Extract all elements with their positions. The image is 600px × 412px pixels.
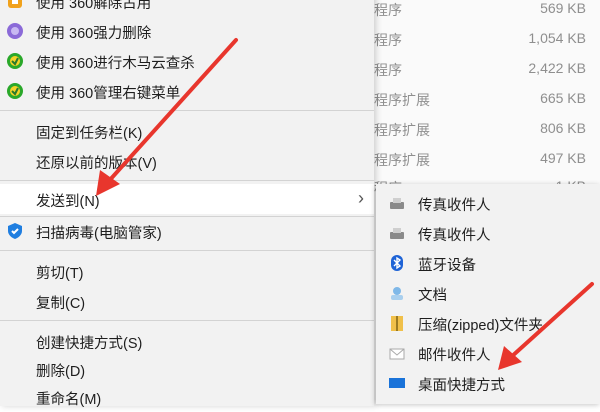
menu-item-label: 使用 360解除占用 xyxy=(36,0,152,12)
menu-item-copy[interactable]: 复制(C) xyxy=(0,286,374,316)
submenu-item-zip-folder[interactable]: 压缩(zipped)文件夹 xyxy=(376,308,600,338)
zip-folder-icon xyxy=(388,314,406,332)
file-row[interactable]: 程序 2,422 KB xyxy=(374,56,600,84)
documents-icon xyxy=(388,284,406,302)
submenu-item-label: 压缩(zipped)文件夹 xyxy=(418,318,543,334)
menu-item-create-shortcut[interactable]: 创建快捷方式(S) xyxy=(0,326,374,356)
menu-item-label: 使用 360管理右键菜单 xyxy=(36,86,181,102)
menu-item-pin-taskbar[interactable]: 固定到任务栏(K) xyxy=(0,116,374,146)
menu-item-send-to[interactable]: 发送到(N) › xyxy=(0,184,374,214)
menu-item-label: 使用 360进行木马云查杀 xyxy=(36,56,195,72)
file-type: 程序 xyxy=(374,2,402,18)
submenu-item-desktop-shortcut[interactable]: 桌面快捷方式 xyxy=(376,368,600,398)
submenu-item-label: 蓝牙设备 xyxy=(418,258,476,274)
360-delete-icon xyxy=(6,22,24,40)
file-row[interactable]: 程序 569 KB xyxy=(374,0,600,24)
menu-separator xyxy=(0,320,374,321)
menu-item-rename[interactable]: 重命名(M) xyxy=(0,382,374,412)
context-menu: 使用 360解除占用 使用 360强力删除 使用 360进行木马云查杀 使用 3… xyxy=(0,0,374,408)
fax-icon xyxy=(388,224,406,242)
file-size: 2,422 KB xyxy=(528,60,586,76)
mail-icon xyxy=(388,344,406,362)
menu-item-label: 创建快捷方式(S) xyxy=(36,336,143,352)
file-type: 程序 xyxy=(374,32,402,48)
submenu-item-label: 文档 xyxy=(418,288,447,304)
menu-item-label: 复制(C) xyxy=(36,296,86,312)
file-size: 665 KB xyxy=(540,90,586,106)
menu-separator xyxy=(0,250,374,251)
shield-icon xyxy=(6,222,24,240)
submenu-item-label: 传真收件人 xyxy=(418,228,491,244)
menu-item-label: 使用 360强力删除 xyxy=(36,26,152,42)
menu-item-360-delete[interactable]: 使用 360强力删除 xyxy=(0,16,374,46)
bluetooth-icon xyxy=(388,254,406,272)
menu-item-virus-scan[interactable]: 扫描病毒(电脑管家) xyxy=(0,216,374,246)
submenu-item-label: 桌面快捷方式 xyxy=(418,378,505,394)
360-menu-manager-icon xyxy=(6,82,24,100)
submenu-item-label: 传真收件人 xyxy=(418,198,491,214)
360-trojan-scan-icon xyxy=(6,52,24,70)
file-row[interactable]: 程序扩展 497 KB xyxy=(374,146,600,174)
submenu-item-label: 邮件收件人 xyxy=(418,348,491,364)
send-to-submenu: 传真收件人 传真收件人 蓝牙设备 文档 压缩(zipped)文件夹 邮件收件人 xyxy=(376,184,600,404)
menu-item-360-menu-manager[interactable]: 使用 360管理右键菜单 xyxy=(0,76,374,106)
menu-item-label: 还原以前的版本(V) xyxy=(36,156,157,172)
menu-item-label: 删除(D) xyxy=(36,364,86,380)
file-type: 程序扩展 xyxy=(374,152,430,168)
file-size: 806 KB xyxy=(540,120,586,136)
submenu-item-mail-recipient[interactable]: 邮件收件人 xyxy=(376,338,600,368)
file-size: 569 KB xyxy=(540,0,586,16)
360-unlock-icon xyxy=(6,0,24,10)
menu-item-360-unlock[interactable]: 使用 360解除占用 xyxy=(0,0,374,16)
menu-item-label: 重命名(M) xyxy=(36,392,102,408)
file-type: 程序 xyxy=(374,62,402,78)
menu-item-360-trojan-scan[interactable]: 使用 360进行木马云查杀 xyxy=(0,46,374,76)
desktop-icon xyxy=(388,374,406,392)
file-row[interactable]: 程序扩展 665 KB xyxy=(374,86,600,114)
submenu-item-fax-recipient[interactable]: 传真收件人 xyxy=(376,218,600,248)
file-row[interactable]: 程序扩展 806 KB xyxy=(374,116,600,144)
menu-item-label: 扫描病毒(电脑管家) xyxy=(36,226,162,242)
menu-item-label: 发送到(N) xyxy=(36,194,100,210)
submenu-item-bluetooth[interactable]: 蓝牙设备 xyxy=(376,248,600,278)
fax-icon xyxy=(388,194,406,212)
file-size: 1,054 KB xyxy=(528,30,586,46)
menu-item-delete[interactable]: 删除(D) xyxy=(0,354,374,384)
menu-item-label: 剪切(T) xyxy=(36,266,84,282)
file-type: 程序扩展 xyxy=(374,92,430,108)
menu-separator xyxy=(0,110,374,111)
submenu-item-documents[interactable]: 文档 xyxy=(376,278,600,308)
chevron-right-icon: › xyxy=(358,188,364,208)
file-row[interactable]: 程序 1,054 KB xyxy=(374,26,600,54)
menu-item-restore-versions[interactable]: 还原以前的版本(V) xyxy=(0,146,374,176)
menu-item-cut[interactable]: 剪切(T) xyxy=(0,256,374,286)
menu-item-label: 固定到任务栏(K) xyxy=(36,126,143,142)
file-size: 497 KB xyxy=(540,150,586,166)
file-type: 程序扩展 xyxy=(374,122,430,138)
menu-separator xyxy=(0,180,374,181)
submenu-item-fax-recipient[interactable]: 传真收件人 xyxy=(376,188,600,218)
